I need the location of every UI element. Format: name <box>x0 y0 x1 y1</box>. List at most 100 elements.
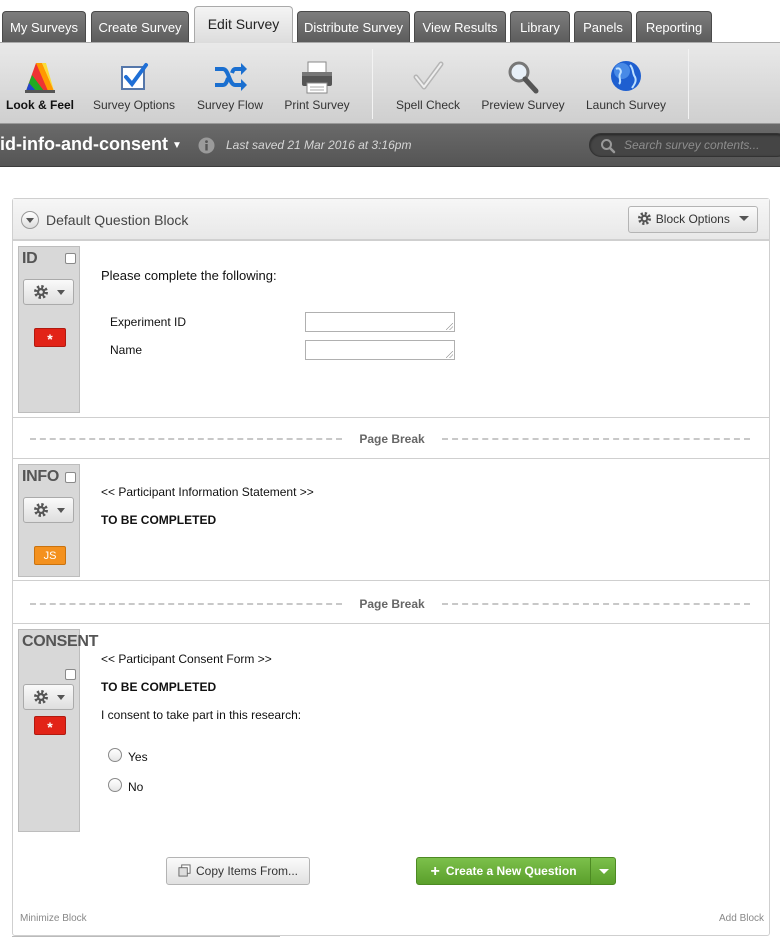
question-select-checkbox[interactable] <box>65 669 76 680</box>
block-title: Default Question Block <box>46 212 189 228</box>
search-icon <box>601 139 616 154</box>
print-survey-button[interactable]: Print Survey <box>279 43 355 125</box>
question-label: ID <box>22 250 38 267</box>
tab-distribute-survey[interactable]: Distribute Survey <box>297 11 410 42</box>
copy-items-label: Copy Items From... <box>195 864 299 878</box>
page-break[interactable]: Page Break <box>30 432 750 446</box>
preview-survey-label: Preview Survey <box>481 98 565 112</box>
question-settings-button[interactable] <box>23 684 74 710</box>
create-question-button[interactable]: + Create a New Question <box>416 857 616 885</box>
tab-panels[interactable]: Panels <box>574 11 632 42</box>
copy-icon <box>178 864 191 877</box>
chevron-down-icon <box>57 695 65 700</box>
block-options-button[interactable]: Block Options <box>628 206 758 233</box>
required-badge[interactable]: * <box>34 716 66 735</box>
radio-label-no: No <box>128 780 144 794</box>
search-input[interactable] <box>624 137 780 153</box>
create-question-dropdown[interactable] <box>590 858 615 884</box>
javascript-badge[interactable]: JS <box>34 546 66 565</box>
page-break[interactable]: Page Break <box>30 597 750 611</box>
radio-yes[interactable] <box>108 748 122 762</box>
survey-name-dropdown[interactable]: id-info-and-consent ▼ <box>0 134 182 155</box>
printer-icon <box>302 61 332 94</box>
collapse-block-button[interactable] <box>21 211 39 229</box>
field-label-experiment-id: Experiment ID <box>110 315 187 329</box>
page-break-label: Page Break <box>359 597 425 611</box>
chevron-down-icon <box>57 290 65 295</box>
survey-flow-button[interactable]: Survey Flow <box>190 43 270 125</box>
tab-library[interactable]: Library <box>510 11 570 42</box>
page-break-line <box>30 603 342 605</box>
field-label-name: Name <box>110 343 143 357</box>
tab-view-results[interactable]: View Results <box>414 11 506 42</box>
magnifier-icon <box>508 61 539 94</box>
checkmark-icon <box>413 61 444 90</box>
question-text-status: TO BE COMPLETED <box>101 513 217 527</box>
question-info[interactable]: INFO JS << Participant Information State… <box>12 458 770 581</box>
spell-check-button[interactable]: Spell Check <box>390 43 466 125</box>
chevron-down-icon <box>57 508 65 513</box>
radio-label-yes: Yes <box>128 750 148 764</box>
info-icon[interactable] <box>198 137 215 154</box>
survey-options-label: Survey Options <box>92 98 176 112</box>
look-and-feel-label: Look & Feel <box>5 98 74 112</box>
chevron-down-icon <box>739 216 750 221</box>
question-text-status: TO BE COMPLETED <box>101 680 217 694</box>
shuffle-arrows-icon <box>215 63 247 91</box>
editor-toolbar: Look & Feel Survey Options Survey Flow P… <box>0 42 780 124</box>
tab-create-survey[interactable]: Create Survey <box>91 11 189 42</box>
question-select-checkbox[interactable] <box>65 253 76 264</box>
required-badge[interactable]: * <box>34 328 66 347</box>
question-settings-button[interactable] <box>23 497 74 523</box>
question-text: Please complete the following: <box>101 268 277 283</box>
survey-title-bar: id-info-and-consent ▼ Last saved 21 Mar 2… <box>0 124 780 167</box>
survey-options-button[interactable]: Survey Options <box>87 43 181 125</box>
name-field[interactable] <box>305 340 455 360</box>
survey-name: id-info-and-consent <box>0 134 168 154</box>
question-sidebar: INFO JS <box>18 464 80 577</box>
question-id[interactable]: ID * Please complete the following: Expe… <box>12 240 770 418</box>
block-header: Default Question Block Block Options <box>13 199 769 240</box>
tab-edit-survey[interactable]: Edit Survey <box>194 6 293 43</box>
tab-my-surveys[interactable]: My Surveys <box>2 11 86 42</box>
page-break-line <box>30 438 342 440</box>
question-select-checkbox[interactable] <box>65 472 76 483</box>
page-break-line <box>442 603 750 605</box>
question-text: << Participant Information Statement >> <box>101 485 314 499</box>
launch-survey-button[interactable]: Launch Survey <box>580 43 672 125</box>
radio-no[interactable] <box>108 778 122 792</box>
gear-icon <box>637 211 651 226</box>
question-prompt: I consent to take part in this research: <box>101 708 302 722</box>
main-tab-bar: My Surveys Create Survey Edit Survey Dis… <box>0 0 780 43</box>
survey-search[interactable] <box>589 133 780 157</box>
plus-icon: + <box>430 863 440 880</box>
question-consent[interactable]: CONSENT * << Participant Consent Form >>… <box>12 623 770 836</box>
preview-survey-button[interactable]: Preview Survey <box>475 43 571 125</box>
create-question-main[interactable]: + Create a New Question <box>417 858 590 884</box>
minimize-block-link[interactable]: Minimize Block <box>20 913 87 924</box>
tab-reporting[interactable]: Reporting <box>636 11 712 42</box>
page-break-label: Page Break <box>359 432 425 446</box>
look-and-feel-button[interactable]: Look & Feel <box>2 43 78 125</box>
look-and-feel-icon <box>25 63 55 93</box>
print-survey-label: Print Survey <box>284 98 350 112</box>
checkbox-icon <box>121 63 148 90</box>
experiment-id-field[interactable] <box>305 312 455 332</box>
question-label: CONSENT <box>22 633 99 650</box>
question-settings-button[interactable] <box>23 279 74 305</box>
add-block-link[interactable]: Add Block <box>719 913 764 924</box>
block-options-label: Block Options <box>655 212 730 226</box>
question-sidebar: CONSENT * <box>18 629 98 832</box>
question-sidebar: ID * <box>18 246 80 413</box>
survey-flow-label: Survey Flow <box>196 98 264 112</box>
page-break-line <box>442 438 750 440</box>
copy-items-from-button[interactable]: Copy Items From... <box>166 857 310 885</box>
question-label: INFO <box>22 468 60 485</box>
launch-survey-label: Launch Survey <box>585 98 667 112</box>
create-question-label: Create a New Question <box>445 864 577 878</box>
globe-icon <box>611 61 641 91</box>
spell-check-label: Spell Check <box>395 98 461 112</box>
last-saved-text: Last saved 21 Mar 2016 at 3:16pm <box>226 138 412 152</box>
gear-icon <box>34 503 48 517</box>
toolbar-divider <box>688 49 689 119</box>
